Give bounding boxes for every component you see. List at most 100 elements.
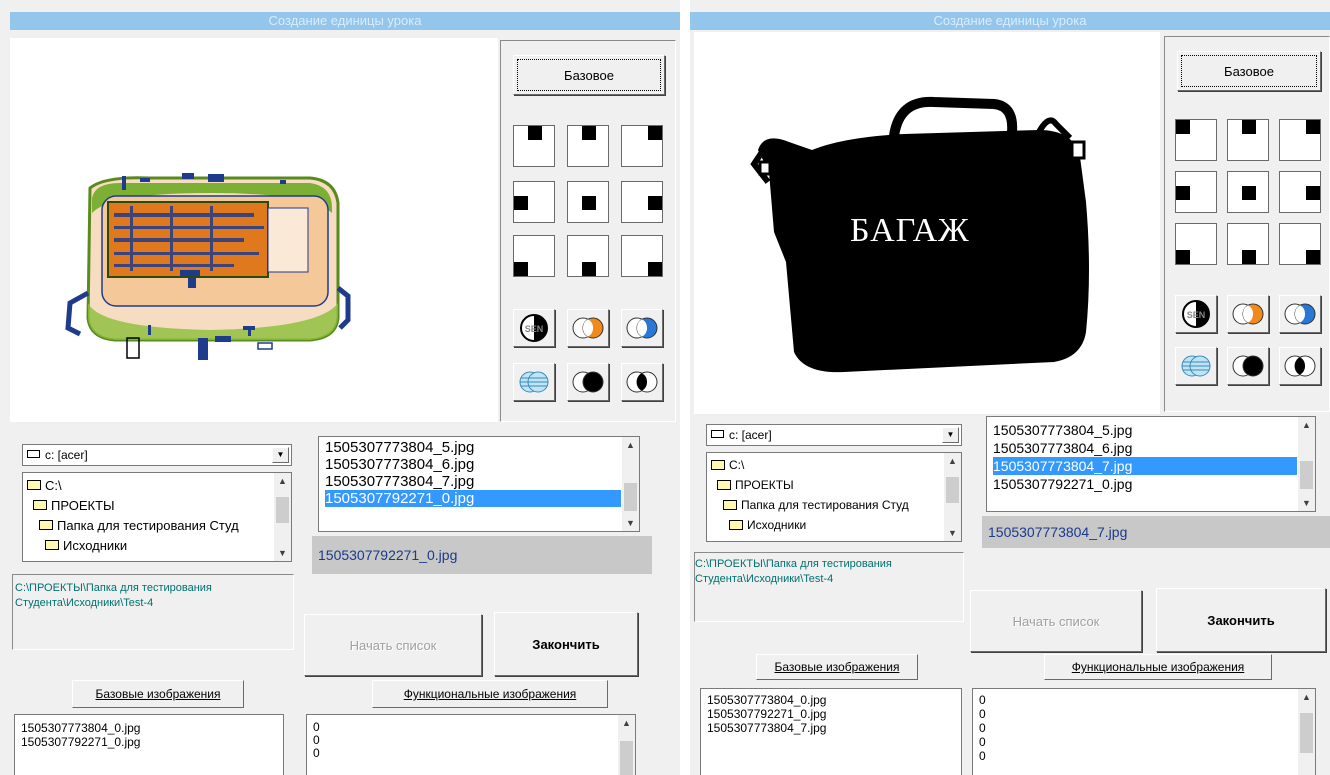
base-image-item[interactable]: 1505307792271_0.jpg	[21, 735, 283, 749]
sen-filter-button[interactable]: SEN	[513, 309, 555, 347]
dir-item-root[interactable]: C:\	[711, 455, 961, 475]
file-item-selected[interactable]: 1505307792271_0.jpg	[325, 490, 621, 507]
file-item[interactable]: 1505307773804_7.jpg	[325, 473, 639, 490]
functional-list-scrollbar[interactable]: ▲	[1298, 689, 1315, 775]
func-value-item[interactable]: 0	[979, 693, 1315, 707]
scroll-thumb[interactable]	[1300, 713, 1313, 753]
base-images-list[interactable]: 1505307773804_0.jpg 1505307792271_0.jpg …	[700, 688, 962, 775]
scroll-thumb[interactable]	[1300, 461, 1313, 489]
base-images-label[interactable]: Базовые изображения	[72, 680, 244, 708]
orange-filter-button[interactable]	[567, 309, 609, 347]
file-item-selected[interactable]: 1505307773804_7.jpg	[993, 457, 1297, 475]
functional-images-list[interactable]: 0 0 0 ▲	[306, 714, 636, 775]
functional-list-scrollbar[interactable]: ▲	[618, 715, 635, 775]
file-item[interactable]: 1505307773804_5.jpg	[325, 439, 639, 456]
file-list[interactable]: 1505307773804_5.jpg 1505307773804_6.jpg …	[318, 436, 640, 532]
file-item[interactable]: 1505307773804_6.jpg	[993, 439, 1315, 457]
position-bottom-right[interactable]	[1279, 223, 1321, 265]
blue-filter-button[interactable]	[1279, 295, 1321, 333]
drive-select[interactable]: c: [acer] ▼	[22, 444, 292, 466]
func-value-item[interactable]: 0	[979, 749, 1315, 763]
finish-button[interactable]: Закончить	[1156, 588, 1326, 652]
striped-filter-button[interactable]	[1175, 347, 1217, 385]
scroll-thumb[interactable]	[946, 477, 959, 503]
position-top-right[interactable]	[621, 125, 663, 167]
func-value-item[interactable]: 0	[313, 747, 635, 760]
file-item[interactable]: 1505307773804_5.jpg	[993, 421, 1315, 439]
base-image-item[interactable]: 1505307773804_7.jpg	[707, 721, 961, 735]
base-button[interactable]: Базовое	[513, 55, 665, 95]
func-value-item[interactable]: 0	[313, 734, 635, 747]
position-top-left[interactable]	[513, 125, 555, 167]
functional-images-label[interactable]: Функциональные изображения	[1044, 654, 1272, 680]
position-top-center[interactable]	[567, 125, 609, 167]
dir-item-projects[interactable]: ПРОЕКТЫ	[711, 475, 961, 495]
start-list-button[interactable]: Начать список	[970, 590, 1142, 652]
black-filter-button[interactable]	[1227, 347, 1269, 385]
file-list[interactable]: 1505307773804_5.jpg 1505307773804_6.jpg …	[986, 416, 1316, 512]
functional-images-list[interactable]: 0 0 0 0 0 ▲	[972, 688, 1316, 775]
scroll-up-icon[interactable]: ▲	[944, 453, 961, 469]
scroll-down-icon[interactable]: ▼	[1298, 495, 1315, 511]
inverse-filter-button[interactable]	[1279, 347, 1321, 385]
scroll-down-icon[interactable]: ▼	[622, 515, 639, 531]
position-top-left[interactable]	[1175, 119, 1217, 161]
scroll-up-icon[interactable]: ▲	[274, 473, 291, 489]
drive-select[interactable]: c: [acer] ▼	[706, 424, 962, 446]
dir-item-test-folder[interactable]: Папка для тестирования Студ	[27, 515, 291, 535]
orange-filter-button[interactable]	[1227, 295, 1269, 333]
start-list-button[interactable]: Начать список	[304, 614, 482, 676]
base-image-item[interactable]: 1505307773804_0.jpg	[21, 721, 283, 735]
position-bottom-right[interactable]	[621, 235, 663, 277]
position-middle-left[interactable]	[513, 181, 555, 223]
position-bottom-left[interactable]	[513, 235, 555, 277]
scroll-down-icon[interactable]: ▼	[274, 545, 291, 561]
striped-filter-button[interactable]	[513, 363, 555, 401]
base-image-item[interactable]: 1505307792271_0.jpg	[707, 707, 961, 721]
file-list-scrollbar[interactable]: ▲ ▼	[622, 437, 639, 531]
chevron-down-icon[interactable]: ▼	[272, 447, 289, 463]
base-button[interactable]: Базовое	[1177, 51, 1321, 91]
position-bottom-center[interactable]	[567, 235, 609, 277]
func-value-item[interactable]: 0	[979, 735, 1315, 749]
scroll-thumb[interactable]	[276, 497, 289, 523]
scroll-thumb[interactable]	[620, 741, 633, 775]
directory-scrollbar[interactable]: ▲ ▼	[944, 453, 961, 541]
dir-item-projects[interactable]: ПРОЕКТЫ	[27, 495, 291, 515]
scroll-down-icon[interactable]: ▼	[944, 525, 961, 541]
scroll-up-icon[interactable]: ▲	[1298, 417, 1315, 433]
base-images-label[interactable]: Базовые изображения	[756, 654, 918, 680]
directory-list[interactable]: C:\ ПРОЕКТЫ Папка для тестирования Студ …	[22, 472, 292, 562]
func-value-item[interactable]: 0	[979, 721, 1315, 735]
directory-list[interactable]: C:\ ПРОЕКТЫ Папка для тестирования Студ …	[706, 452, 962, 542]
base-image-item[interactable]: 1505307773804_0.jpg	[707, 693, 961, 707]
position-top-right[interactable]	[1279, 119, 1321, 161]
position-center[interactable]	[1227, 171, 1269, 213]
func-value-item[interactable]: 0	[313, 721, 635, 734]
position-middle-left[interactable]	[1175, 171, 1217, 213]
position-center[interactable]	[567, 181, 609, 223]
scroll-up-icon[interactable]: ▲	[1298, 689, 1315, 705]
directory-scrollbar[interactable]: ▲ ▼	[274, 473, 291, 561]
black-filter-button[interactable]	[567, 363, 609, 401]
finish-button[interactable]: Закончить	[494, 612, 638, 676]
position-middle-right[interactable]	[621, 181, 663, 223]
file-item[interactable]: 1505307792271_0.jpg	[993, 475, 1315, 493]
position-bottom-left[interactable]	[1175, 223, 1217, 265]
position-middle-right[interactable]	[1279, 171, 1321, 213]
base-images-list[interactable]: 1505307773804_0.jpg 1505307792271_0.jpg	[14, 714, 284, 775]
file-item[interactable]: 1505307773804_6.jpg	[325, 456, 639, 473]
position-bottom-center[interactable]	[1227, 223, 1269, 265]
dir-item-sources[interactable]: Исходники	[711, 515, 961, 535]
chevron-down-icon[interactable]: ▼	[942, 427, 959, 443]
func-value-item[interactable]: 0	[979, 707, 1315, 721]
position-top-center[interactable]	[1227, 119, 1269, 161]
inverse-filter-button[interactable]	[621, 363, 663, 401]
functional-images-label[interactable]: Функциональные изображения	[372, 680, 608, 708]
blue-filter-button[interactable]	[621, 309, 663, 347]
dir-item-test-folder[interactable]: Папка для тестирования Студ	[711, 495, 961, 515]
dir-item-sources[interactable]: Исходники	[27, 535, 291, 555]
dir-item-root[interactable]: C:\	[27, 475, 291, 495]
scroll-up-icon[interactable]: ▲	[618, 715, 635, 731]
scroll-up-icon[interactable]: ▲	[622, 437, 639, 453]
